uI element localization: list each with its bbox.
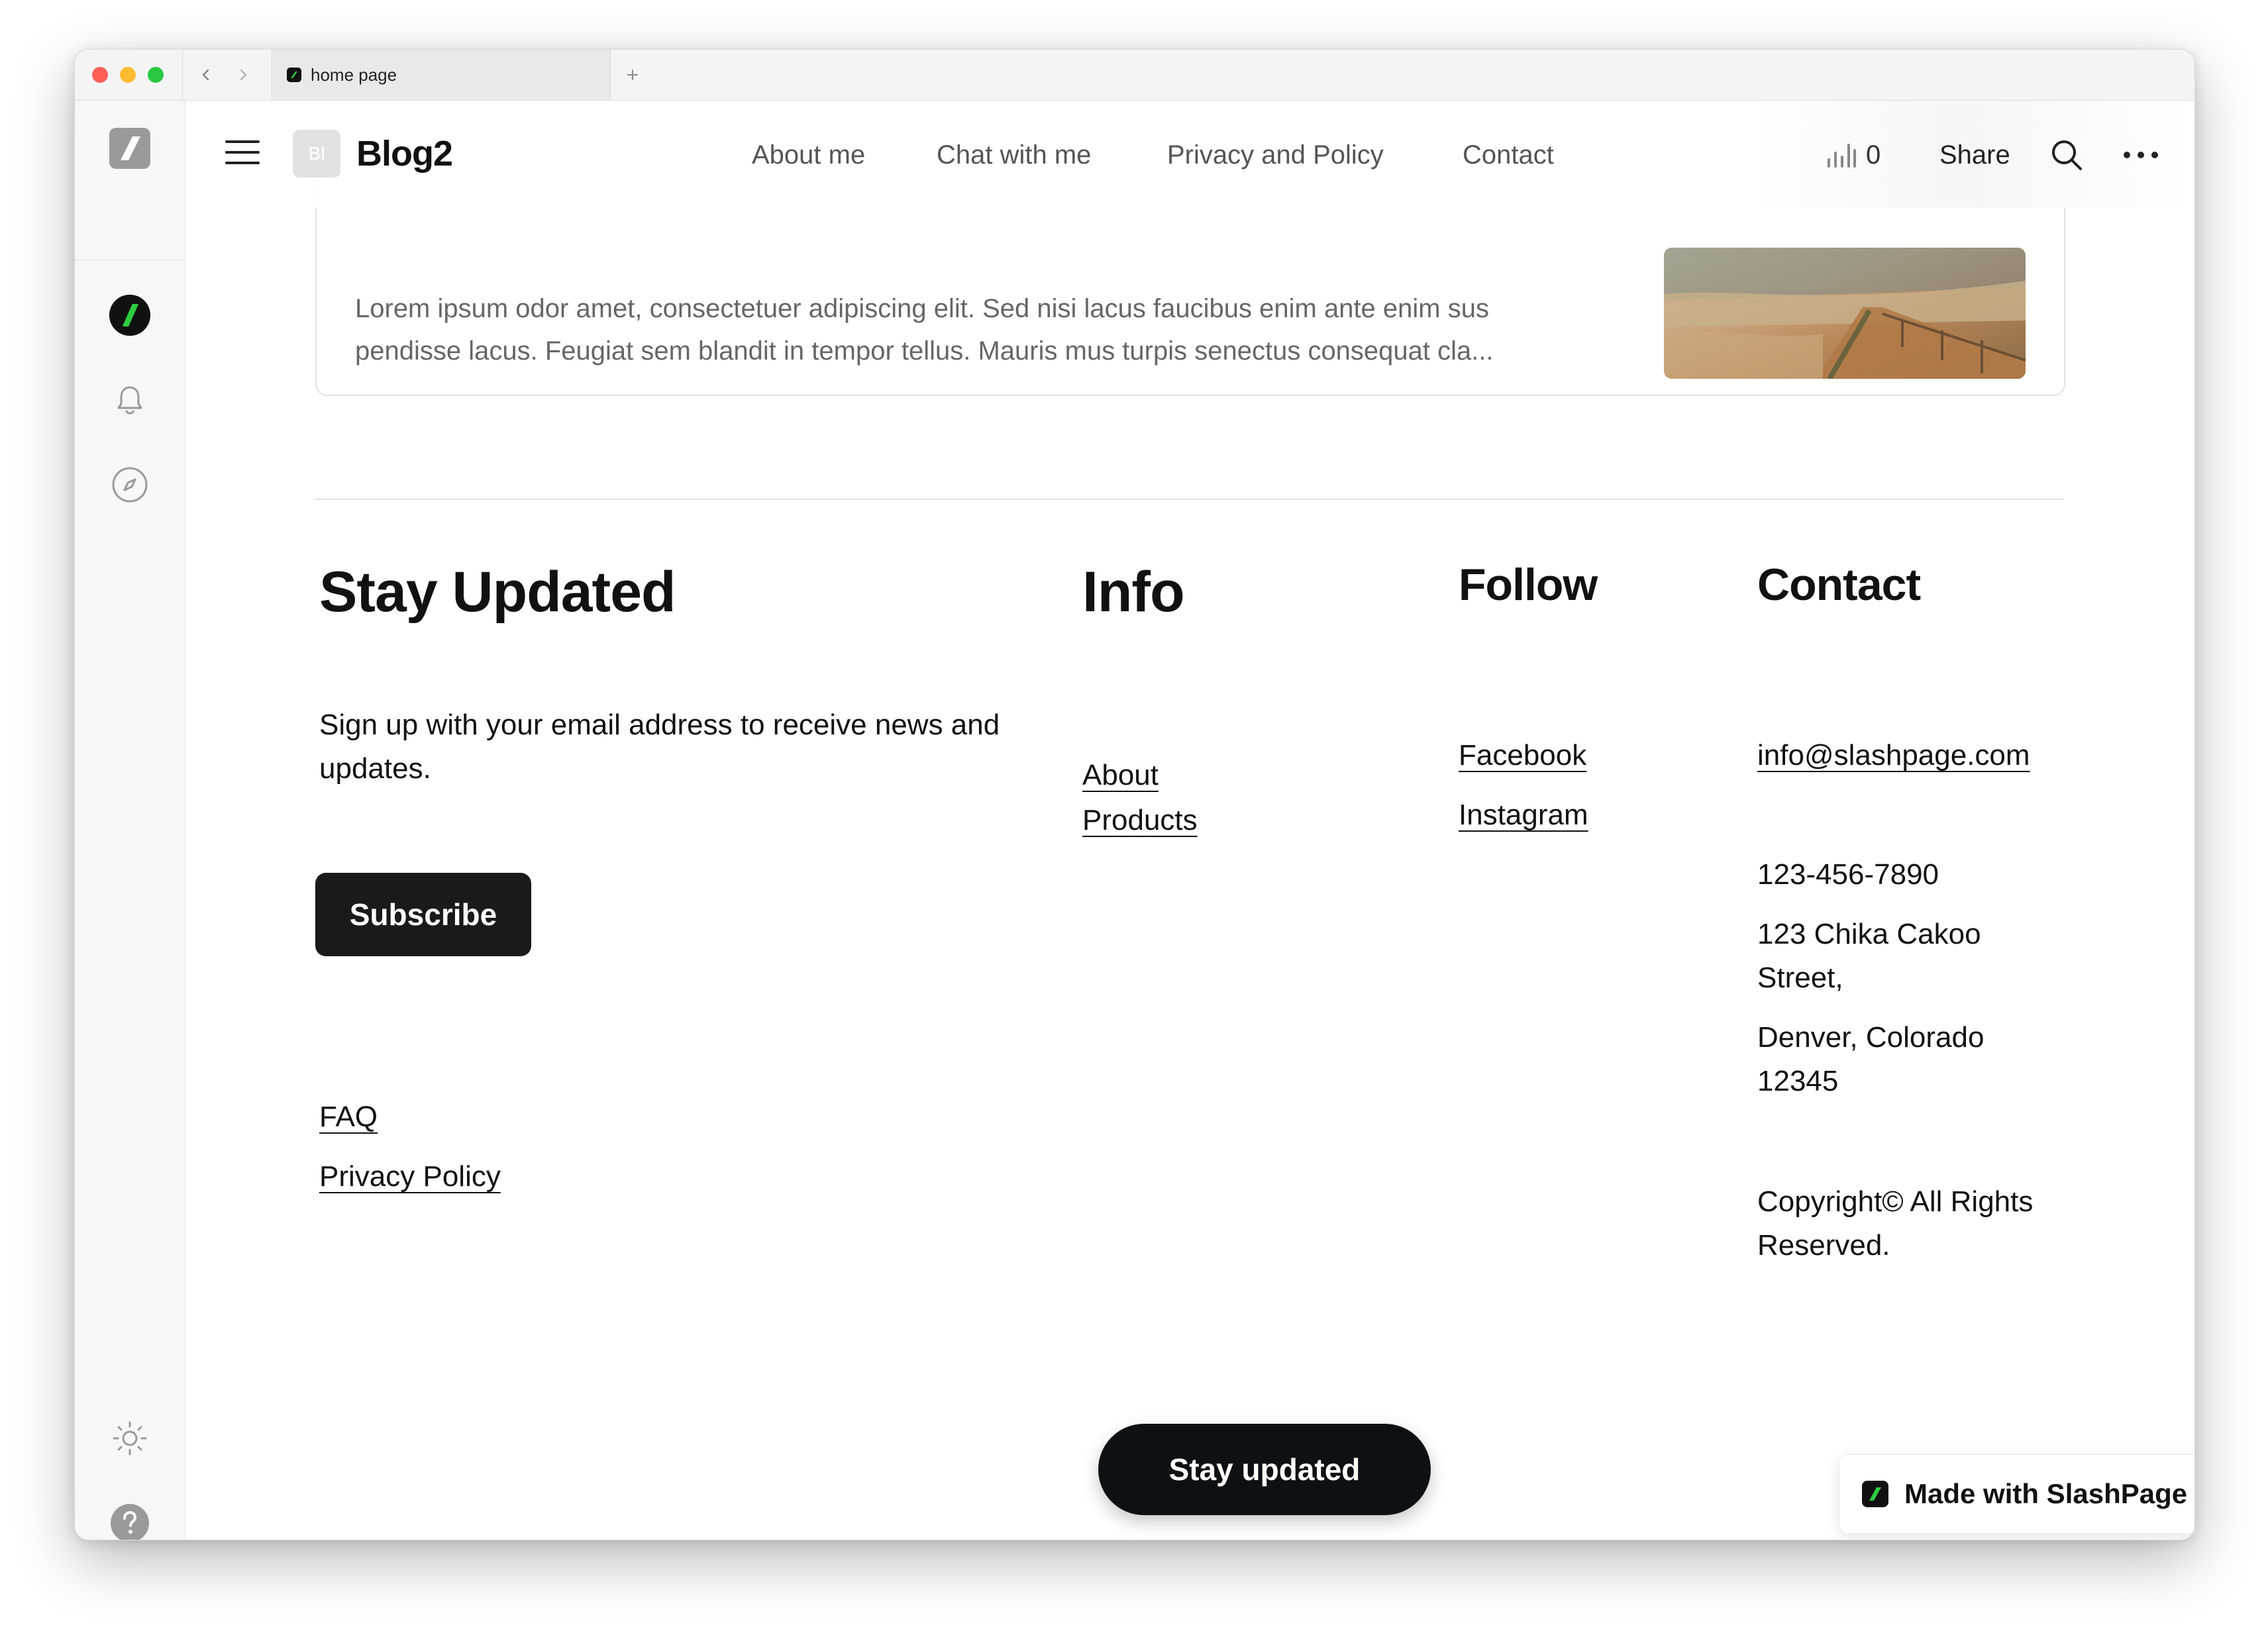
made-with-label: Made with SlashPage	[1904, 1478, 2188, 1509]
privacy-policy-link[interactable]: Privacy Policy	[319, 1158, 501, 1196]
app-sidebar	[75, 101, 185, 1540]
stay-updated-description: Sign up with your email address to recei…	[319, 709, 1000, 785]
instagram-link[interactable]: Instagram	[1459, 796, 1588, 834]
zoom-window-button[interactable]	[148, 67, 164, 83]
blog-post-thumbnail	[1664, 248, 2026, 379]
more-icon	[2124, 152, 2158, 158]
bell-icon	[117, 386, 142, 415]
titlebar-divider	[610, 50, 611, 100]
blog-post-excerpt: Lorem ipsum odor amet, consectetuer adip…	[355, 287, 1614, 372]
explore-button[interactable]	[109, 464, 151, 506]
faq-link[interactable]: FAQ	[319, 1098, 378, 1136]
browser-window: home page Lorem ipsum odor amet, consect…	[74, 49, 2195, 1540]
slashpage-favicon-icon	[287, 68, 301, 82]
menu-icon	[225, 140, 260, 164]
slashpage-logo-icon	[109, 128, 150, 169]
chevron-right-icon	[240, 69, 247, 81]
stay-updated-heading: Stay Updated	[319, 560, 676, 624]
browser-tab-title: home page	[311, 64, 397, 85]
bar-chart-icon	[1828, 144, 1856, 168]
contact-phone: 123-456-7890	[1757, 858, 1939, 891]
info-heading: Info	[1082, 560, 1185, 624]
nav-item-privacy-and-policy[interactable]: Privacy and Policy	[1167, 135, 1384, 175]
landscape-painting-image	[1664, 248, 2026, 379]
slashpage-logo-icon	[1862, 1481, 1888, 1507]
copyright-text: Copyright© All Rights Reserved.	[1757, 1185, 2034, 1262]
site-header: Bl Blog2 About me Chat with me Privacy a…	[185, 101, 2194, 208]
site-logo[interactable]: Bl	[293, 130, 340, 177]
page-content: Lorem ipsum odor amet, consectetuer adip…	[185, 101, 2194, 1540]
contact-email-link[interactable]: info@slashpage.com	[1757, 736, 2030, 775]
more-options-button[interactable]	[2120, 134, 2162, 176]
menu-button[interactable]	[224, 134, 261, 171]
footer-divider	[315, 499, 2064, 500]
slashpage-logo-button[interactable]	[109, 127, 151, 170]
stay-updated-floating-button[interactable]: Stay updated	[1098, 1424, 1431, 1515]
view-stats[interactable]: 0	[1826, 135, 1881, 175]
excerpt-line: Lorem ipsum odor amet, consectetuer adip…	[355, 294, 1489, 323]
close-window-button[interactable]	[92, 67, 108, 83]
facebook-link[interactable]: Facebook	[1459, 736, 1586, 775]
search-icon	[2052, 140, 2082, 170]
plus-icon	[627, 70, 638, 80]
back-button[interactable]	[194, 63, 218, 87]
compass-icon	[112, 467, 148, 503]
excerpt-line: pendisse lacus. Feugiat sem blandit in t…	[355, 336, 1494, 366]
workspace-avatar-button[interactable]	[109, 294, 151, 336]
share-button[interactable]: Share	[1939, 135, 2010, 175]
notifications-button[interactable]	[109, 379, 151, 421]
view-count: 0	[1866, 140, 1881, 170]
contact-address-line2: Denver, Colorado 12345	[1757, 1021, 1984, 1097]
sun-icon	[113, 1421, 147, 1456]
help-icon	[111, 1504, 149, 1540]
nav-item-about-me[interactable]: About me	[752, 135, 865, 175]
new-tab-button[interactable]	[619, 62, 646, 88]
follow-heading: Follow	[1459, 560, 1598, 610]
forward-button[interactable]	[231, 63, 255, 87]
workspace-avatar-icon	[109, 294, 151, 336]
search-button[interactable]	[2045, 134, 2088, 176]
browser-tab-home[interactable]: home page	[271, 50, 610, 100]
help-button[interactable]	[109, 1502, 151, 1540]
nav-item-contact[interactable]: Contact	[1463, 135, 1554, 175]
subscribe-button[interactable]: Subscribe	[315, 873, 531, 956]
nav-item-chat-with-me[interactable]: Chat with me	[937, 135, 1091, 175]
titlebar-divider	[182, 50, 183, 100]
made-with-slashpage-badge[interactable]: Made with SlashPage	[1839, 1454, 2194, 1534]
theme-toggle-button[interactable]	[109, 1417, 151, 1460]
chevron-left-icon	[202, 69, 209, 81]
browser-titlebar: home page	[75, 50, 2194, 101]
products-link[interactable]: Products	[1082, 801, 1198, 840]
about-link[interactable]: About	[1082, 756, 1159, 795]
contact-heading: Contact	[1757, 560, 1921, 610]
site-name[interactable]: Blog2	[356, 132, 453, 175]
minimize-window-button[interactable]	[120, 67, 136, 83]
contact-address-line1: 123 Chika Cakoo Street,	[1757, 918, 1981, 994]
